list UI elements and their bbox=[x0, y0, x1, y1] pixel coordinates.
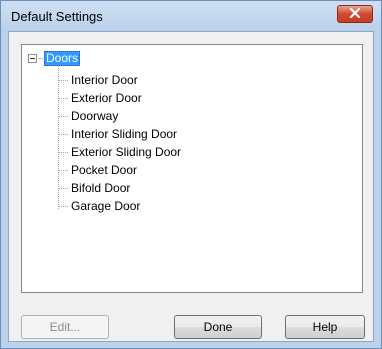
tree-item-label: Exterior Door bbox=[71, 91, 142, 105]
tree-root-doors[interactable]: Doors bbox=[28, 50, 81, 66]
collapse-minus-icon[interactable] bbox=[28, 53, 37, 63]
tree-item-exterior-door[interactable]: Exterior Door bbox=[58, 89, 181, 107]
done-button[interactable]: Done bbox=[174, 315, 262, 339]
tree-item-doorway[interactable]: Doorway bbox=[58, 107, 181, 125]
tree-connector bbox=[58, 97, 68, 99]
tree-item-label: Interior Door bbox=[71, 73, 138, 87]
tree-item-interior-sliding-door[interactable]: Interior Sliding Door bbox=[58, 125, 181, 143]
settings-tree[interactable]: Doors Interior Door Exterior Door Doorwa… bbox=[21, 44, 363, 293]
tree-item-label: Doorway bbox=[71, 109, 119, 123]
window-title: Default Settings bbox=[11, 9, 103, 24]
tree-item-interior-door[interactable]: Interior Door bbox=[58, 71, 181, 89]
tree-connector bbox=[58, 205, 68, 207]
close-button[interactable] bbox=[337, 5, 373, 23]
tree-connector bbox=[58, 187, 68, 189]
tree-children: Interior Door Exterior Door Doorway Inte… bbox=[58, 71, 181, 215]
tree-connector bbox=[58, 115, 68, 117]
tree-item-label: Garage Door bbox=[71, 199, 141, 213]
tree-item-label: Exterior Sliding Door bbox=[71, 145, 182, 159]
title-bar[interactable]: Default Settings bbox=[1, 1, 381, 31]
edit-button[interactable]: Edit... bbox=[21, 315, 109, 339]
tree-item-label: Pocket Door bbox=[71, 163, 138, 177]
tree-connector bbox=[58, 169, 68, 171]
dialog-window: Default Settings Doors Interior Door Ext… bbox=[0, 0, 382, 349]
tree-item-garage-door[interactable]: Garage Door bbox=[58, 197, 181, 215]
close-x-icon bbox=[349, 7, 361, 21]
tree-item-label: Interior Sliding Door bbox=[71, 127, 178, 141]
tree-root-label[interactable]: Doors bbox=[44, 50, 81, 66]
tree-connector bbox=[58, 79, 68, 81]
dialog-body: Doors Interior Door Exterior Door Doorwa… bbox=[8, 31, 374, 342]
tree-connector bbox=[58, 151, 68, 153]
tree-connector bbox=[58, 133, 68, 135]
tree-connector bbox=[39, 57, 43, 59]
help-button[interactable]: Help bbox=[285, 315, 365, 339]
tree-item-bifold-door[interactable]: Bifold Door bbox=[58, 179, 181, 197]
tree-item-pocket-door[interactable]: Pocket Door bbox=[58, 161, 181, 179]
tree-item-exterior-sliding-door[interactable]: Exterior Sliding Door bbox=[58, 143, 181, 161]
tree-item-label: Bifold Door bbox=[71, 181, 131, 195]
